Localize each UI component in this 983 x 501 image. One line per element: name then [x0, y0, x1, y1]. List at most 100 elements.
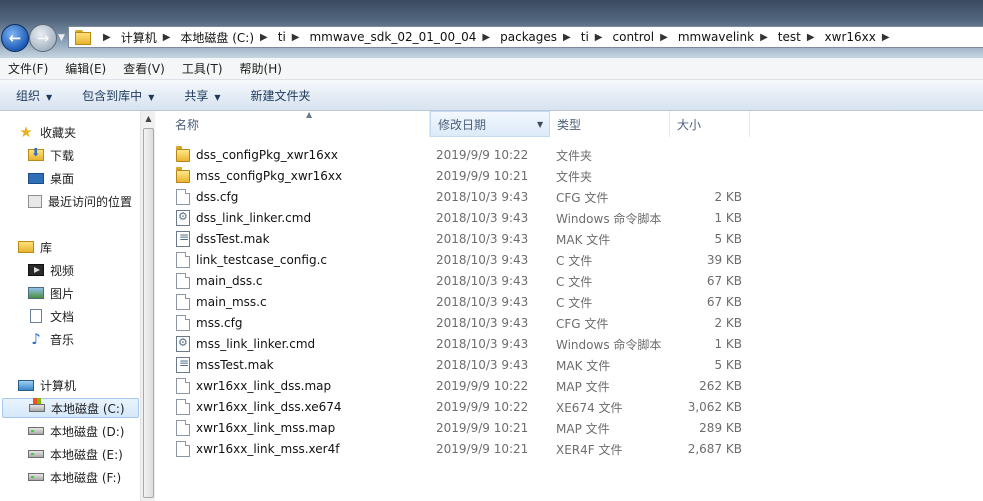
breadcrumb-item[interactable]: ti	[581, 30, 589, 44]
file-row[interactable]: dss_link_linker.cmd 2018/10/3 9:43 Windows…	[170, 208, 770, 228]
column-header-name[interactable]: 名称 ▲	[168, 110, 430, 137]
file-row[interactable]: xwr16xx_link_mss.xer4f 2019/9/9 10:21 XER4…	[170, 439, 770, 459]
breadcrumb-item[interactable]: 计算机	[121, 29, 157, 46]
nav-computer-label: 计算机	[40, 378, 77, 393]
music-note-icon: ♪	[31, 330, 41, 348]
nav-libraries-label: 库	[40, 240, 53, 255]
chevron-right-icon[interactable]: ▶	[557, 32, 581, 43]
nav-libraries[interactable]: 库	[18, 237, 52, 257]
nav-desktop[interactable]: 桌面	[28, 168, 74, 188]
nav-drive-d-label: 本地磁盘 (D:)	[50, 424, 125, 439]
nav-pictures[interactable]: 图片	[28, 283, 74, 303]
file-name: mss_link_linker.cmd	[196, 337, 316, 351]
include-in-library-button[interactable]: 包含到库中 ▼	[82, 87, 154, 104]
nav-videos-label: 视频	[50, 263, 75, 278]
chevron-right-icon[interactable]: ▶	[97, 32, 121, 43]
file-row[interactable]: main_mss.c 2018/10/3 9:43 C 文件 67 KB	[170, 292, 770, 312]
filter-dropdown-icon[interactable]: ▼	[537, 120, 543, 129]
breadcrumb-item[interactable]: xwr16xx	[825, 30, 876, 44]
breadcrumb-item[interactable]: test	[778, 30, 801, 44]
nav-drive-f[interactable]: 本地磁盘 (F:)	[28, 467, 121, 487]
menu-edit[interactable]: 编辑(E)	[65, 60, 106, 77]
documents-icon	[30, 309, 42, 323]
nav-drive-c[interactable]: 本地磁盘 (C:)	[2, 398, 139, 418]
menu-view[interactable]: 查看(V)	[123, 60, 165, 77]
file-date: 2018/10/3 9:43	[436, 211, 529, 225]
chevron-right-icon[interactable]: ▶	[801, 32, 825, 43]
file-name: mss.cfg	[196, 316, 243, 330]
nav-documents[interactable]: 文档	[28, 306, 74, 326]
makefile-icon	[176, 230, 190, 247]
makefile-icon	[176, 356, 190, 373]
file-icon	[176, 315, 190, 331]
chevron-right-icon[interactable]: ▶	[254, 32, 278, 43]
file-name: mssTest.mak	[196, 358, 274, 372]
file-icon	[176, 189, 190, 205]
scroll-up-arrow-icon[interactable]: ▲	[141, 111, 156, 126]
chevron-right-icon[interactable]: ▶	[286, 32, 310, 43]
file-row[interactable]: dss_configPkg_xwr16xx 2019/9/9 10:22 文件夹	[170, 145, 770, 165]
organize-button[interactable]: 组织 ▼	[16, 87, 52, 104]
nav-drive-d[interactable]: 本地磁盘 (D:)	[28, 421, 124, 441]
file-name: xwr16xx_link_dss.map	[196, 379, 332, 393]
file-size: 1 KB	[714, 337, 742, 351]
file-icon	[176, 441, 190, 457]
breadcrumb-item[interactable]: packages	[500, 30, 557, 44]
scroll-thumb[interactable]	[143, 128, 154, 498]
chevron-right-icon[interactable]: ▶	[876, 32, 900, 43]
forward-button[interactable]: →	[29, 24, 57, 52]
file-row[interactable]: mss_configPkg_xwr16xx 2019/9/9 10:21 文件夹	[170, 166, 770, 186]
nav-videos[interactable]: 视频	[28, 260, 74, 280]
nav-scrollbar[interactable]: ▲	[140, 111, 155, 501]
back-button[interactable]: ←	[1, 24, 29, 52]
chevron-right-icon[interactable]: ▶	[476, 32, 500, 43]
file-row[interactable]: dss.cfg 2018/10/3 9:43 CFG 文件 2 KB	[170, 187, 770, 207]
library-icon	[18, 241, 34, 253]
new-folder-button[interactable]: 新建文件夹	[251, 87, 311, 104]
file-row[interactable]: mssTest.mak 2018/10/3 9:43 MAK 文件 5 KB	[170, 355, 770, 375]
file-name: xwr16xx_link_mss.map	[196, 421, 336, 435]
nav-downloads[interactable]: 下载	[28, 145, 74, 165]
chevron-right-icon[interactable]: ▶	[157, 32, 181, 43]
menu-help[interactable]: 帮助(H)	[240, 60, 282, 77]
nav-favorites[interactable]: ★ 收藏夹	[18, 122, 76, 142]
address-bar-area: ← → ▼ ▶ 计算机 ▶ 本地磁盘 (C:) ▶ ti ▶ mmwave_sdk_02_01…	[0, 0, 983, 58]
file-name: dss_configPkg_xwr16xx	[196, 148, 338, 162]
column-header-size[interactable]: 大小	[670, 111, 750, 137]
column-header-type[interactable]: 类型	[550, 111, 670, 137]
file-type: CFG 文件	[556, 190, 609, 205]
file-row[interactable]: mss_link_linker.cmd 2018/10/3 9:43 Windows…	[170, 334, 770, 354]
file-row[interactable]: mss.cfg 2018/10/3 9:43 CFG 文件 2 KB	[170, 313, 770, 333]
column-header-date[interactable]: 修改日期	[430, 111, 550, 137]
include-in-library-label: 包含到库中	[82, 88, 143, 103]
breadcrumb-item[interactable]: 本地磁盘 (C:)	[180, 29, 254, 46]
file-icon	[176, 252, 190, 268]
file-size: 2 KB	[714, 316, 742, 330]
chevron-right-icon[interactable]: ▶	[654, 32, 678, 43]
nav-recent[interactable]: 最近访问的位置	[28, 191, 132, 211]
file-date: 2019/9/9 10:22	[436, 400, 529, 414]
breadcrumb-item[interactable]: mmwave_sdk_02_01_00_04	[309, 30, 476, 44]
nav-drive-e[interactable]: 本地磁盘 (E:)	[28, 444, 123, 464]
breadcrumb-item[interactable]: ti	[278, 30, 286, 44]
breadcrumb-item[interactable]: control	[613, 30, 655, 44]
file-row[interactable]: xwr16xx_link_mss.map 2019/9/9 10:21 MAP 文件…	[170, 418, 770, 438]
file-name: main_dss.c	[196, 274, 263, 288]
file-row[interactable]: xwr16xx_link_dss.map 2019/9/9 10:22 MAP 文件…	[170, 376, 770, 396]
nav-computer[interactable]: 计算机	[18, 375, 76, 395]
file-date: 2019/9/9 10:21	[436, 421, 529, 435]
menu-tools[interactable]: 工具(T)	[182, 60, 223, 77]
chevron-down-icon: ▼	[46, 92, 53, 102]
recent-pages-dropdown[interactable]: ▼	[58, 33, 65, 43]
file-row[interactable]: main_dss.c 2018/10/3 9:43 C 文件 67 KB	[170, 271, 770, 291]
share-button[interactable]: 共享 ▼	[184, 87, 220, 104]
address-field[interactable]: ▶ 计算机 ▶ 本地磁盘 (C:) ▶ ti ▶ mmwave_sdk_02_01_00_04…	[68, 26, 983, 48]
nav-music[interactable]: ♪ 音乐	[28, 329, 74, 349]
chevron-right-icon[interactable]: ▶	[589, 32, 613, 43]
file-row[interactable]: link_testcase_config.c 2018/10/3 9:43 C 文件…	[170, 250, 770, 270]
breadcrumb-item[interactable]: mmwavelink	[678, 30, 754, 44]
chevron-right-icon[interactable]: ▶	[754, 32, 778, 43]
file-row[interactable]: dssTest.mak 2018/10/3 9:43 MAK 文件 5 KB	[170, 229, 770, 249]
menu-file[interactable]: 文件(F)	[8, 60, 48, 77]
file-row[interactable]: xwr16xx_link_dss.xe674 2019/9/9 10:22 XE67…	[170, 397, 770, 417]
